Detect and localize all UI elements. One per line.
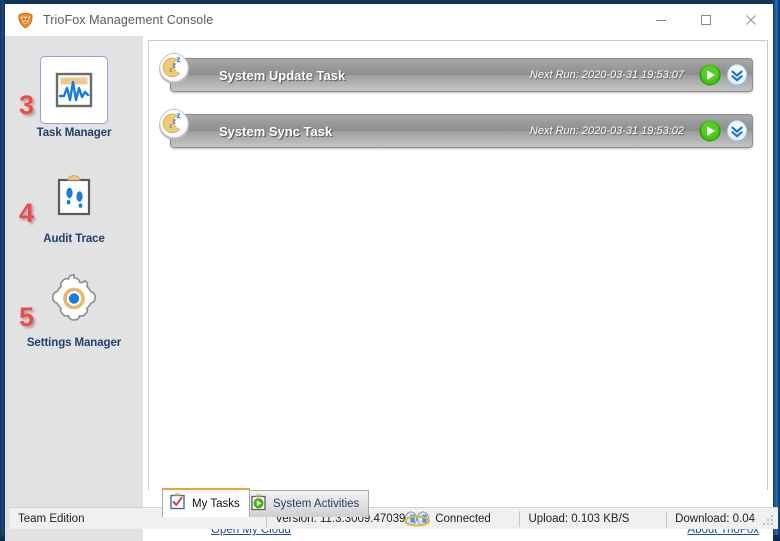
svg-text:z: z [169,68,172,74]
task-next-run: Next Run: 2020-03-31 19:53:02 [529,125,684,137]
run-task-button[interactable] [699,120,721,142]
expand-task-button[interactable] [726,120,748,142]
run-task-button[interactable] [699,64,721,86]
sidebar-label-audit-trace: Audit Trace [43,233,105,245]
svg-text:z: z [177,55,181,64]
task-list-pane: z z z System Update Task Next Run: 2020-… [148,40,768,490]
table-row[interactable]: z z z System Update Task Next Run: 2020-… [159,52,753,92]
connection-icon [395,508,433,530]
sidebar-item-task-manager[interactable]: 3 Task Manager [5,56,143,139]
close-button[interactable] [728,4,773,36]
svg-text:z: z [169,124,172,130]
table-row[interactable]: z z z System Sync Task Next Run: 2020-03… [159,108,753,148]
sidebar-label-settings-manager: Settings Manager [26,337,122,349]
sidebar-label-task-manager: Task Manager [36,127,112,139]
clipboard-check-icon [169,492,186,515]
window-title: TrioFox Management Console [43,13,214,27]
settings-manager-icon [41,268,107,334]
main-panel: z z z System Update Task Next Run: 2020-… [143,36,773,521]
status-connection: Connected [435,512,491,525]
task-next-run: Next Run: 2020-03-31 19:53:07 [529,69,684,81]
svg-text:z: z [173,118,177,125]
task-list: z z z System Update Task Next Run: 2020-… [149,41,767,148]
annotation-number-5: 5 [19,302,35,332]
annotation-number-4: 4 [19,198,35,228]
clipboard-play-icon [250,493,267,516]
resize-grip[interactable] [763,513,775,525]
sleeping-moon-icon: z z z [155,105,193,143]
status-bar: Team Edition Version: 11.3.3009.47039 Co… [10,507,778,529]
tab-label: My Tasks [192,497,240,510]
task-name: System Update Task [219,67,346,83]
sidebar-navigation: 3 Task Manager 4 Audit Trace 5 Settings … [5,36,143,521]
audit-trace-icon [41,164,107,230]
svg-text:z: z [177,111,181,120]
client-area: 3 Task Manager 4 Audit Trace 5 Settings … [5,36,778,541]
minimize-button[interactable] [638,4,683,36]
maximize-button[interactable] [683,4,728,36]
svg-text:z: z [173,62,177,69]
expand-task-button[interactable] [726,64,748,86]
tab-system-activities[interactable]: System Activities [243,490,370,517]
task-name: System Sync Task [219,123,333,139]
sleeping-moon-icon: z z z [155,49,193,87]
title-bar[interactable]: TrioFox Management Console [5,4,773,36]
status-download: Download: 0.04 [675,512,755,525]
window-frame-right [773,0,780,541]
application-window: TrioFox Management Console 3 Task Manage… [0,0,780,541]
status-upload: Upload: 0.103 KB/S [528,512,630,525]
annotation-number-3: 3 [19,90,35,120]
tab-my-tasks[interactable]: My Tasks [162,488,250,517]
triofox-shield-icon [17,12,34,29]
sidebar-item-settings-manager[interactable]: 5 Settings Manager [5,268,143,349]
tab-label: System Activities [273,498,360,510]
sidebar-item-audit-trace[interactable]: 4 Audit Trace [5,164,143,245]
task-manager-icon [40,56,108,124]
